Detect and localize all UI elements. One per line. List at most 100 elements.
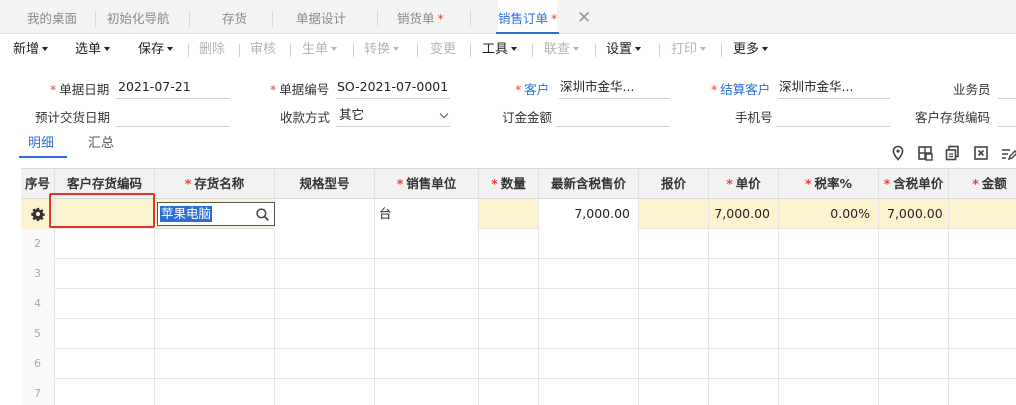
grid-cell[interactable]	[275, 289, 375, 319]
settle-customer-label[interactable]: * 结算客户	[711, 79, 770, 98]
grid-cell[interactable]	[479, 319, 539, 349]
subtab-detail[interactable]: 明细	[28, 135, 54, 153]
grid-cell[interactable]	[879, 229, 949, 259]
table-row[interactable]: 2	[21, 229, 1016, 259]
grid-cell[interactable]	[949, 379, 1016, 405]
grid-cell[interactable]	[375, 259, 479, 289]
sales-unit-cell[interactable]: 台	[375, 199, 479, 229]
grid-cell[interactable]	[879, 349, 949, 379]
grid-cell[interactable]	[949, 229, 1016, 259]
tab-sales-delivery[interactable]: 销货单 *	[397, 0, 444, 34]
grid-cell[interactable]	[479, 259, 539, 289]
tab-sales-order[interactable]: 销售订单 *	[495, 0, 560, 35]
save-button[interactable]: 保存	[138, 35, 174, 65]
table-row[interactable]: 台 7,000.00 7,000.00 0.00% 7,000.00 苹果电脑	[21, 199, 1016, 229]
delete-button[interactable]: 删除	[199, 35, 225, 65]
grid-cell[interactable]	[155, 229, 275, 259]
generate-button[interactable]: 生单	[302, 35, 338, 65]
deposit-field[interactable]	[556, 105, 670, 127]
grid-cell[interactable]	[55, 349, 155, 379]
audit-button[interactable]: 审核	[250, 35, 276, 65]
customer-label[interactable]: * 客户	[515, 79, 549, 98]
grid-cell[interactable]	[709, 259, 779, 289]
table-row[interactable]: 4	[21, 289, 1016, 319]
column-header-amount[interactable]: * 金额	[949, 169, 1016, 199]
batch-edit-icon[interactable]	[1000, 145, 1016, 161]
doc-date-field[interactable]: 2021-07-21	[116, 77, 230, 99]
grid-cell[interactable]	[479, 379, 539, 405]
quote-cell[interactable]	[639, 199, 709, 229]
tax-price-cell[interactable]: 7,000.00	[879, 199, 949, 229]
grid-cell[interactable]	[639, 379, 709, 405]
grid-cell[interactable]	[479, 289, 539, 319]
grid-cell[interactable]	[479, 229, 539, 259]
grid-cell[interactable]	[375, 379, 479, 405]
grid-cell[interactable]	[779, 319, 879, 349]
grid-cell[interactable]	[275, 349, 375, 379]
more-button[interactable]: 更多	[733, 35, 769, 65]
grid-cell[interactable]	[639, 349, 709, 379]
grid-cell[interactable]	[275, 229, 375, 259]
subtab-summary[interactable]: 汇总	[88, 135, 114, 153]
table-row[interactable]: 7	[21, 379, 1016, 405]
tab-inventory[interactable]: 存货	[222, 0, 247, 34]
grid-cell[interactable]	[155, 319, 275, 349]
grid-cell[interactable]	[539, 349, 639, 379]
grid-cell[interactable]	[879, 289, 949, 319]
query-button[interactable]: 联查	[544, 35, 580, 65]
customer-field[interactable]: 深圳市金华...	[559, 77, 670, 99]
grid-cell[interactable]	[375, 289, 479, 319]
delete-row-icon[interactable]	[973, 145, 989, 161]
tools-button[interactable]: 工具	[482, 35, 518, 65]
location-icon[interactable]	[890, 145, 906, 161]
grid-cell[interactable]	[709, 349, 779, 379]
grid-cell[interactable]	[55, 259, 155, 289]
grid-cell[interactable]	[275, 379, 375, 405]
grid-cell[interactable]	[375, 319, 479, 349]
new-button[interactable]: 新增	[13, 35, 49, 65]
grid-cell[interactable]	[779, 379, 879, 405]
grid-cell[interactable]	[55, 379, 155, 405]
settle-customer-field[interactable]: 深圳市金华...	[778, 77, 890, 99]
convert-button[interactable]: 转换	[364, 35, 400, 65]
column-header-item-name[interactable]: * 存货名称	[155, 169, 275, 199]
grid-cell[interactable]	[949, 289, 1016, 319]
grid-cell[interactable]	[539, 259, 639, 289]
grid-cell[interactable]	[709, 379, 779, 405]
grid-cell[interactable]	[879, 319, 949, 349]
grid-cell[interactable]	[879, 379, 949, 405]
customer-stock-code-field[interactable]	[998, 105, 1016, 127]
grid-cell[interactable]	[539, 289, 639, 319]
select-source-button[interactable]: 选单	[75, 35, 111, 65]
grid-cell[interactable]	[275, 259, 375, 289]
grid-cell[interactable]	[539, 229, 639, 259]
grid-cell[interactable]	[949, 319, 1016, 349]
grid-cell[interactable]	[275, 319, 375, 349]
grid-cell[interactable]	[155, 259, 275, 289]
grid-cell[interactable]	[639, 319, 709, 349]
column-header-quantity[interactable]: * 数量	[479, 169, 539, 199]
grid-cell[interactable]	[375, 229, 479, 259]
column-header-spec[interactable]: 规格型号	[275, 169, 375, 199]
column-header-sales-unit[interactable]: * 销售单位	[375, 169, 479, 199]
column-header-latest-price[interactable]: 最新含税售价	[539, 169, 639, 199]
copy-row-icon[interactable]	[945, 145, 961, 161]
payment-method-select[interactable]: 其它	[336, 105, 450, 127]
grid-cell[interactable]	[949, 349, 1016, 379]
grid-cell[interactable]	[639, 229, 709, 259]
grid-cell[interactable]	[639, 259, 709, 289]
grid-cell[interactable]	[779, 289, 879, 319]
grid-cell[interactable]	[779, 229, 879, 259]
table-row[interactable]: 3	[21, 259, 1016, 289]
spec-cell[interactable]	[275, 199, 375, 229]
tab-document-design[interactable]: 单据设计	[296, 0, 346, 34]
grid-cell[interactable]	[55, 229, 155, 259]
grid-cell[interactable]	[639, 289, 709, 319]
latest-price-cell[interactable]: 7,000.00	[539, 199, 639, 229]
delivery-date-field[interactable]	[116, 105, 230, 127]
gear-icon[interactable]	[30, 207, 45, 222]
grid-cell[interactable]	[779, 259, 879, 289]
column-header-unit-price[interactable]: * 单价	[709, 169, 779, 199]
settings-button[interactable]: 设置	[606, 35, 642, 65]
mobile-field[interactable]	[776, 105, 890, 127]
